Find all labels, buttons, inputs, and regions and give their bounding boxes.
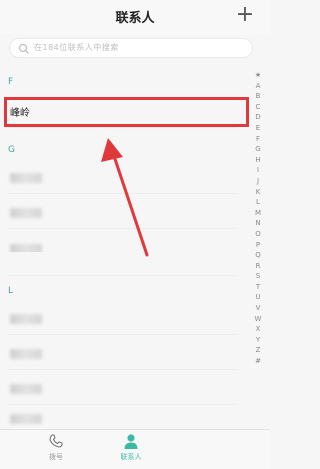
alphabet-letter[interactable]: X	[252, 324, 264, 335]
list-item[interactable]	[0, 303, 236, 335]
search-icon	[18, 43, 29, 54]
add-contact-button[interactable]: +	[234, 4, 256, 27]
list-item[interactable]	[0, 252, 236, 276]
bottom-tab-bar: 拨号 联系人	[0, 429, 270, 469]
alphabet-letter[interactable]: N	[252, 218, 264, 229]
divider	[8, 127, 236, 128]
contact-name-blurred	[10, 414, 42, 424]
alphabet-letter[interactable]: E	[252, 123, 264, 134]
alphabet-letter[interactable]: P	[252, 240, 264, 251]
alphabet-letter[interactable]: M	[252, 208, 264, 219]
tab-label: 联系人	[120, 453, 142, 461]
alphabet-letter[interactable]: C	[252, 102, 264, 113]
alphabet-letter[interactable]: V	[252, 303, 264, 314]
divider	[8, 228, 236, 229]
alphabet-letter[interactable]: ★	[252, 70, 264, 81]
alphabet-letter[interactable]: H	[252, 155, 264, 166]
divider	[8, 275, 236, 276]
alphabet-letter[interactable]: A	[252, 81, 264, 92]
phone-icon	[49, 434, 63, 448]
tab-dialer[interactable]: 拨号	[26, 433, 86, 469]
top-bar: 联系人 +	[0, 0, 270, 34]
alphabet-letter[interactable]: F	[252, 134, 264, 145]
highlight-box	[4, 97, 249, 127]
contact-name-blurred	[10, 349, 42, 359]
alphabet-letter[interactable]: D	[252, 112, 264, 123]
contact-name-blurred	[10, 314, 42, 324]
contact-name-blurred	[10, 208, 42, 218]
search-input[interactable]: 在184位联系人中搜索	[9, 38, 253, 58]
alphabet-letter[interactable]: O	[252, 229, 264, 240]
page-title: 联系人	[115, 11, 155, 26]
alphabet-letter[interactable]: Z	[252, 345, 264, 356]
alphabet-letter[interactable]: T	[252, 282, 264, 293]
alphabet-letter[interactable]: J	[252, 176, 264, 187]
alphabet-letter[interactable]: G	[252, 144, 264, 155]
alphabet-letter[interactable]: L	[252, 197, 264, 208]
tab-contacts[interactable]: 联系人	[101, 433, 161, 469]
section-header-f: F	[8, 77, 14, 87]
tab-label: 拨号	[49, 453, 63, 461]
alphabet-letter[interactable]: Q	[252, 250, 264, 261]
alphabet-letter[interactable]: R	[252, 261, 264, 272]
divider	[8, 404, 236, 405]
list-item[interactable]	[0, 408, 236, 428]
alphabet-letter[interactable]: Y	[252, 335, 264, 346]
section-header-g: G	[8, 145, 15, 155]
divider	[8, 334, 236, 335]
contact-name-blurred	[10, 384, 42, 394]
search-placeholder: 在184位联系人中搜索	[34, 43, 119, 52]
alphabet-letter[interactable]: K	[252, 187, 264, 198]
alphabet-letter[interactable]: B	[252, 91, 264, 102]
person-icon	[124, 434, 138, 449]
alphabet-letter[interactable]: I	[252, 165, 264, 176]
alphabet-letter[interactable]: U	[252, 292, 264, 303]
list-item[interactable]	[0, 373, 236, 405]
divider	[8, 369, 236, 370]
section-header-l: L	[8, 286, 14, 296]
alphabet-letter[interactable]: #	[252, 356, 264, 367]
list-item[interactable]	[0, 338, 236, 370]
alphabet-letter[interactable]: W	[252, 314, 264, 325]
alphabet-index[interactable]: ★ A B C D E F G H I J K L M N O P Q R S T U V W X Y Z #	[252, 70, 264, 367]
alphabet-letter[interactable]: S	[252, 271, 264, 282]
list-item[interactable]	[0, 162, 236, 194]
list-item[interactable]	[0, 197, 236, 229]
contact-name-blurred	[10, 173, 42, 183]
divider	[8, 193, 236, 194]
